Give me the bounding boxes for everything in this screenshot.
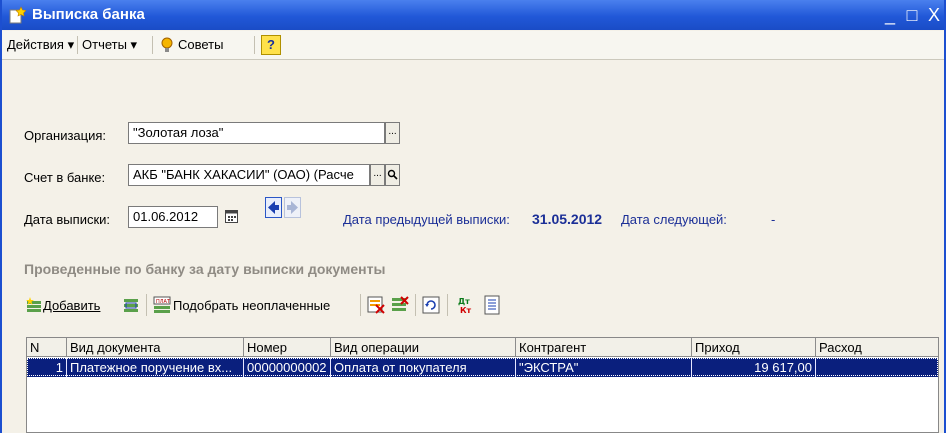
- maximize-button[interactable]: □: [901, 4, 923, 26]
- organization-field[interactable]: "Золотая лоза": [128, 122, 385, 144]
- edit-icon[interactable]: [123, 297, 139, 313]
- bank-account-field[interactable]: АКБ "БАНК ХАКАСИИ" (ОАО) (Расче: [128, 164, 370, 186]
- statement-date-field[interactable]: 01.06.2012: [128, 206, 218, 228]
- menu-actions[interactable]: Действия ▾: [7, 37, 74, 53]
- magnifier-icon: [387, 169, 398, 180]
- menu-tips[interactable]: Советы: [178, 37, 223, 52]
- column-header-expense[interactable]: Расход: [816, 338, 938, 357]
- menu-reports[interactable]: Отчеты ▾: [82, 37, 137, 53]
- close-button[interactable]: X: [923, 4, 944, 26]
- organization-label: Организация:: [24, 128, 107, 143]
- arrow-left-icon[interactable]: [265, 197, 282, 218]
- column-header-number[interactable]: Номер: [244, 338, 331, 357]
- add-button[interactable]: Добавить: [43, 298, 100, 313]
- document-star-icon: [9, 6, 26, 24]
- debit-credit-icon[interactable]: Дт Кт: [456, 295, 474, 315]
- previous-statement-date: 31.05.2012: [532, 211, 603, 227]
- column-header-operation[interactable]: Вид операции: [331, 338, 516, 357]
- column-header-doc-type[interactable]: Вид документа: [67, 338, 244, 357]
- bank-account-open-button[interactable]: [385, 164, 400, 186]
- section-title: Проведенные по банку за дату выписки док…: [24, 261, 386, 277]
- statement-date-label: Дата выписки:: [24, 212, 111, 227]
- table-toolbar: Добавить ПЛАТ Подобрать неоплаченные Дт …: [26, 290, 938, 320]
- documents-table[interactable]: N Вид документа Номер Вид операции Контр…: [26, 337, 939, 433]
- previous-statement-label: Дата предыдущей выписки:: [343, 212, 510, 227]
- toolbar-separator: [415, 294, 416, 316]
- title-bar[interactable]: Выписка банка _ □ X: [2, 0, 944, 30]
- row-focus-outline: [27, 358, 938, 376]
- menu-separator: [254, 36, 255, 54]
- svg-text:Дт: Дт: [458, 297, 470, 306]
- pick-unpaid-button[interactable]: Подобрать неоплаченные: [173, 298, 330, 313]
- toolbar-separator: [360, 294, 361, 316]
- table-row[interactable]: 1 Платежное поручение вх... 00000000002 …: [27, 358, 938, 377]
- minimize-button[interactable]: _: [879, 4, 901, 26]
- help-icon[interactable]: ?: [261, 35, 281, 55]
- next-statement-date: -: [771, 212, 776, 227]
- svg-text:ПЛАТ: ПЛАТ: [156, 299, 171, 305]
- bank-account-select-button[interactable]: ...: [370, 164, 385, 186]
- menu-separator: [152, 36, 153, 54]
- bank-account-label: Счет в банке:: [24, 170, 106, 185]
- refresh-icon[interactable]: [422, 296, 440, 314]
- column-header-counterparty[interactable]: Контрагент: [516, 338, 692, 357]
- organization-select-button[interactable]: ...: [385, 122, 400, 144]
- column-header-n[interactable]: N: [27, 338, 67, 357]
- lightbulb-icon: [161, 37, 173, 52]
- add-icon: [26, 297, 41, 312]
- report-icon[interactable]: [484, 295, 500, 315]
- menu-separator: [77, 36, 78, 54]
- toolbar-separator: [146, 294, 147, 316]
- arrow-right-icon[interactable]: [284, 197, 301, 218]
- calendar-button[interactable]: [222, 206, 240, 228]
- bank-statement-window: Выписка банка _ □ X Действия ▾ Отчеты ▾ …: [0, 0, 946, 433]
- uncheck-icon[interactable]: [391, 296, 409, 314]
- menu-bar: Действия ▾ Отчеты ▾ Советы ?: [2, 31, 944, 60]
- pick-icon: ПЛАТ: [153, 296, 171, 313]
- toolbar-separator: [447, 294, 448, 316]
- window-title: Выписка банка: [32, 6, 145, 23]
- svg-text:Кт: Кт: [460, 306, 472, 315]
- next-statement-label: Дата следующей:: [621, 212, 727, 227]
- column-header-income[interactable]: Приход: [692, 338, 816, 357]
- calendar-icon: [224, 210, 238, 223]
- delete-icon[interactable]: [367, 296, 385, 314]
